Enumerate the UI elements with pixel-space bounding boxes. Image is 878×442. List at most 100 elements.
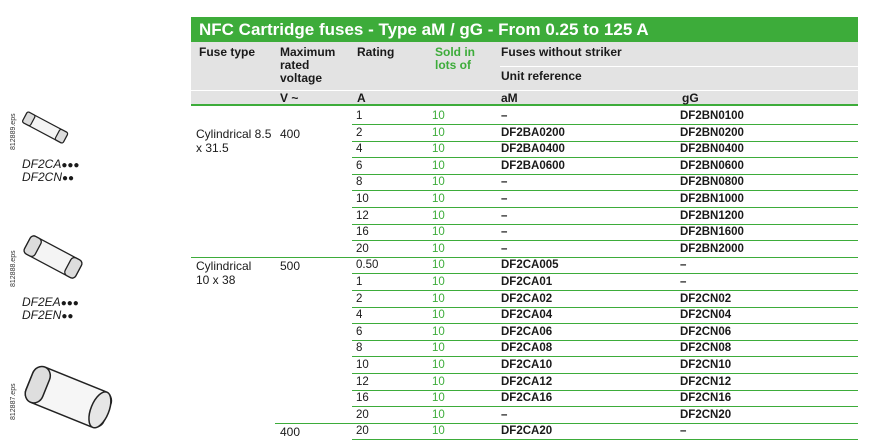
am-reference-cell: – [501,242,508,255]
unit-voltage: V ~ [280,91,299,105]
am-reference-cell: – [501,226,508,239]
gg-reference-cell: DF2BN2000 [680,242,744,255]
lot-cell: 10 [432,126,445,139]
lot-cell: 10 [432,110,445,122]
row-divider [352,290,858,291]
rating-cell: 0.50 [356,259,379,272]
rating-cell: 1 [356,276,363,288]
rating-cell: 20 [356,425,369,438]
lot-cell: 10 [432,325,445,338]
lot-cell: 10 [432,159,445,172]
am-reference-cell: DF2CA01 [501,276,553,288]
group-separator [275,423,858,424]
voltage-group-3: 400 [280,425,301,439]
lot-cell: 10 [432,342,445,355]
row-divider [352,140,858,142]
fuse-image-small [22,111,69,144]
rating-cell: 6 [356,325,363,338]
header-sold-in-lots: Sold in lots of [435,45,475,72]
product-label-df2en: DF2EN●● [22,308,74,323]
gg-reference-cell: – [680,276,687,288]
am-reference-cell: DF2BA0400 [501,143,565,156]
gg-reference-cell: DF2BN0100 [680,110,744,122]
row-divider [352,406,858,408]
header-max-voltage: Maximum rated voltage [280,45,336,85]
am-reference-cell: DF2CA02 [501,292,553,305]
fuse-image-medium [23,235,83,279]
unit-am: aM [501,91,518,105]
lot-cell: 10 [432,143,445,156]
am-reference-cell: DF2BA0200 [501,126,565,139]
lot-cell: 10 [432,292,445,305]
am-reference-cell: DF2BA0600 [501,159,565,172]
rating-cell: 10 [356,359,369,371]
gg-reference-cell: DF2CN16 [680,392,732,405]
row-divider [352,373,858,374]
table-title: NFC Cartridge fuses - Type aM / gG - Fro… [191,17,858,42]
am-reference-cell: – [501,209,508,222]
row-divider [352,240,858,242]
gg-reference-cell: DF2CN04 [680,309,732,322]
rating-cell: 4 [356,309,363,322]
rating-cell: 12 [356,375,369,388]
lot-cell: 10 [432,226,445,239]
rating-cell: 8 [356,176,363,189]
am-reference-cell: – [501,193,508,205]
row-divider [352,207,858,208]
gg-reference-cell: DF2CN02 [680,292,732,305]
product-label-df2cn: DF2CN●● [22,170,75,185]
gg-reference-cell: DF2CN08 [680,342,732,355]
image-ref-1: 812889.eps [10,113,17,150]
am-reference-cell: DF2CA005 [501,259,559,272]
lot-cell: 10 [432,392,445,405]
rating-cell: 6 [356,159,363,172]
am-reference-cell: DF2CA12 [501,375,553,388]
fuse-type-group-2: Cylindrical 10 x 38 [196,259,252,287]
am-reference-cell: DF2CA06 [501,325,553,338]
gg-reference-cell: DF2BN0600 [680,159,744,172]
gg-reference-cell: DF2BN1200 [680,209,744,222]
header-divider [500,66,858,67]
am-reference-cell: – [501,176,508,189]
rating-cell: 20 [356,408,369,421]
units-row: V ~ A aM gG [191,90,858,106]
header-without-striker: Fuses without striker [501,45,622,59]
lot-cell: 10 [432,375,445,388]
rating-cell: 8 [356,342,363,355]
header-fuse-type: Fuse type [199,45,256,59]
unit-rating: A [357,91,366,105]
header-rating: Rating [357,45,395,59]
am-reference-cell: – [501,408,508,421]
lot-cell: 10 [432,242,445,255]
am-reference-cell: – [501,110,508,122]
lot-cell: 10 [432,425,445,438]
fuse-type-group-1: Cylindrical 8.5 x 31.5 [196,127,272,155]
row-divider [352,190,858,192]
fuse-image-large [24,365,113,429]
rating-cell: 4 [356,143,363,156]
am-reference-cell: DF2CA04 [501,309,553,322]
rating-cell: 16 [356,392,369,405]
rating-cell: 10 [356,193,369,205]
gg-reference-cell: DF2CN06 [680,325,732,338]
am-reference-cell: DF2CA08 [501,342,553,355]
gg-reference-cell: DF2BN1600 [680,226,744,239]
gg-reference-cell: DF2CN10 [680,359,732,371]
gg-reference-cell: DF2CN12 [680,375,732,388]
gg-reference-cell: DF2BN0800 [680,176,744,189]
lot-cell: 10 [432,408,445,421]
row-divider [352,124,858,125]
gg-reference-cell: DF2BN1000 [680,193,744,205]
row-divider [352,356,858,358]
row-divider [352,439,858,441]
row-divider [352,157,858,159]
image-ref-2: 812888.eps [10,250,17,287]
voltage-group-1: 400 [280,127,301,141]
row-divider [352,223,858,225]
am-reference-cell: DF2CA16 [501,392,553,405]
am-reference-cell: DF2CA20 [501,425,553,438]
gg-reference-cell: DF2CN20 [680,408,732,421]
am-reference-cell: DF2CA10 [501,359,553,371]
lot-cell: 10 [432,259,445,272]
lot-cell: 10 [432,193,445,205]
